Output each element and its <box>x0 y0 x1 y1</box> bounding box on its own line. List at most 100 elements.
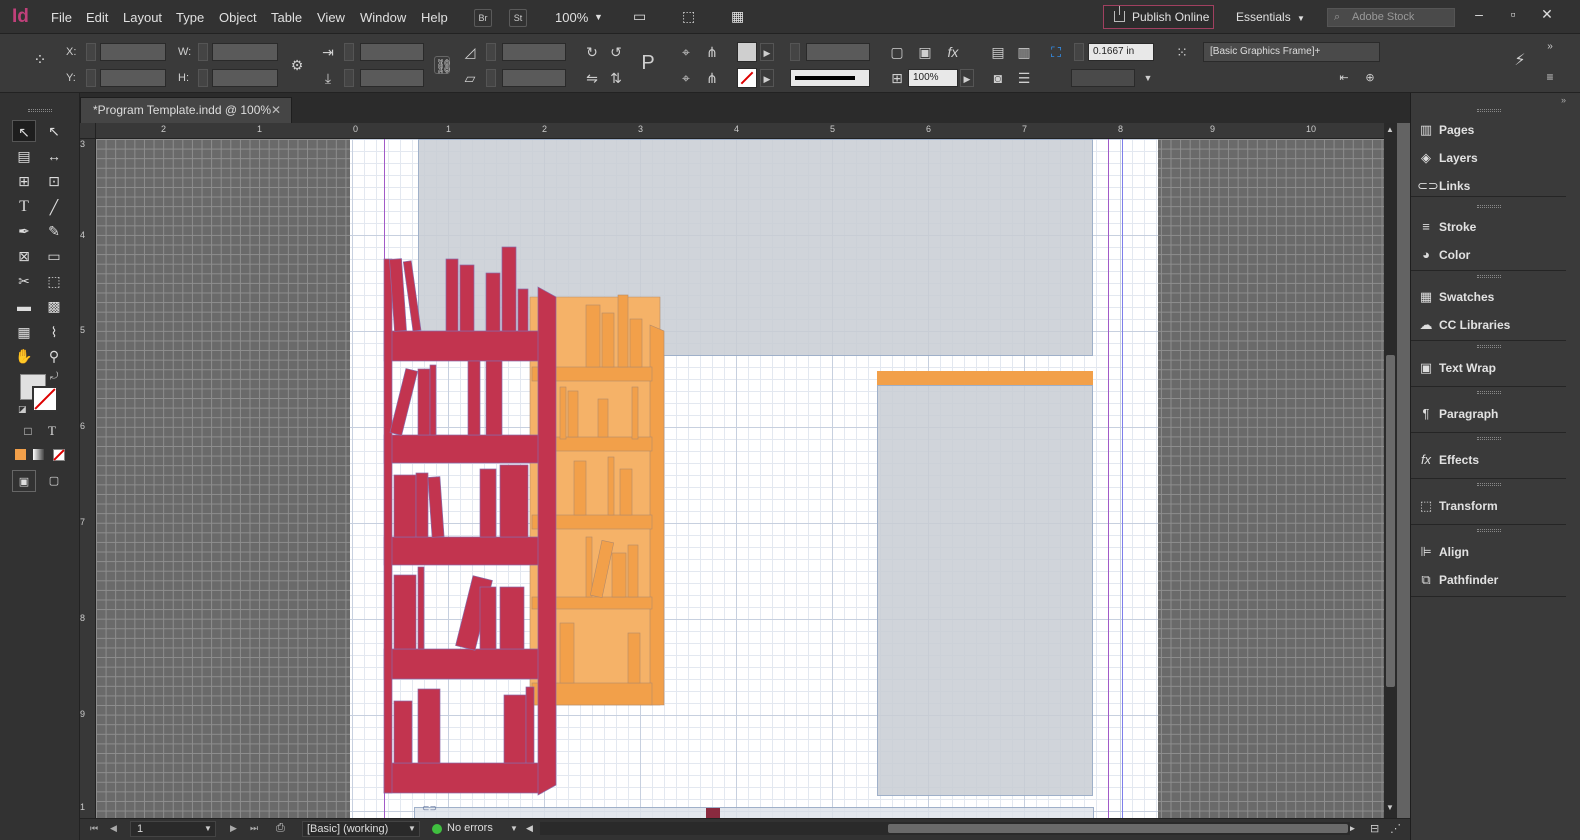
panel-effects[interactable]: fx Effects <box>1411 447 1566 473</box>
bridge-button[interactable]: Br <box>474 9 492 27</box>
zoom-dropdown-icon[interactable]: ▼ <box>594 12 603 22</box>
selection-tool-icon[interactable]: ↖ <box>12 120 36 142</box>
workspace-switcher[interactable]: Essentials <box>1236 10 1291 24</box>
corner-stepper[interactable] <box>1074 43 1084 61</box>
flip-horizontal-icon[interactable]: ⇋ <box>582 69 602 87</box>
fx-icon[interactable]: fx <box>943 43 963 61</box>
scale-y-stepper[interactable] <box>344 69 354 87</box>
select-next-icon[interactable]: ⋔ <box>702 43 722 61</box>
horizontal-scrollbar[interactable] <box>540 822 1350 835</box>
close-window-button[interactable]: ✕ <box>1534 4 1560 24</box>
open-page-icon[interactable]: ⎙ <box>276 822 285 835</box>
reference-point-icon[interactable]: ⁘ <box>30 52 50 70</box>
w-stepper[interactable] <box>198 43 208 61</box>
direct-selection-tool-icon[interactable]: ↖ <box>42 120 66 142</box>
w-field[interactable] <box>212 43 278 61</box>
shear-stepper[interactable] <box>486 69 496 87</box>
panel-swatches[interactable]: ▦ Swatches <box>1411 284 1566 310</box>
menu-object[interactable]: Object <box>219 10 257 25</box>
stroke-weight-dropdown[interactable] <box>806 43 870 61</box>
y-stepper[interactable] <box>86 69 96 87</box>
text-wrap-bbox-icon[interactable]: ▥ <box>1014 43 1034 61</box>
scroll-down-icon[interactable]: ▼ <box>1386 803 1394 812</box>
corner-shape-dropdown[interactable] <box>1071 69 1135 87</box>
vertical-scrollbar[interactable]: ▲ ▼ <box>1384 123 1397 818</box>
rotate-ccw-icon[interactable]: ↺ <box>606 43 626 61</box>
next-page-icon[interactable]: ▶ <box>230 823 237 834</box>
panel-pathfinder[interactable]: ⧉ Pathfinder <box>1411 567 1566 593</box>
menu-edit[interactable]: Edit <box>86 10 108 25</box>
rectangle-frame-tool-icon[interactable]: ⊠ <box>12 245 36 267</box>
formatting-text-icon[interactable]: T <box>40 420 64 442</box>
zoom-tool-icon[interactable]: ⚲ <box>42 345 66 367</box>
zoom-level[interactable]: 100% <box>555 10 588 25</box>
hand-tool-icon[interactable]: ✋ <box>12 345 36 367</box>
scroll-left-icon[interactable]: ◀ <box>526 823 533 834</box>
menu-file[interactable]: File <box>51 10 72 25</box>
panel-pages[interactable]: ▥ Pages <box>1411 117 1566 143</box>
horizontal-ruler[interactable]: 2 1 0 1 2 3 4 5 6 7 8 9 10 <box>80 123 1397 139</box>
split-layout-icon[interactable]: ⊟ <box>1370 822 1379 835</box>
rotation-field[interactable] <box>502 43 566 61</box>
rectangle-tool-icon[interactable]: ▭ <box>42 245 66 267</box>
h-stepper[interactable] <box>198 69 208 87</box>
free-transform-tool-icon[interactable]: ⬚ <box>42 270 66 292</box>
rotate-cw-icon[interactable]: ↻ <box>582 43 602 61</box>
adobe-stock-search[interactable]: ⌕ Adobe Stock <box>1327 8 1455 27</box>
clear-overrides-icon[interactable]: ⇤ <box>1334 69 1354 87</box>
menu-view[interactable]: View <box>317 10 345 25</box>
normal-view-icon[interactable]: ▣ <box>12 470 36 492</box>
pencil-tool-icon[interactable]: ✎ <box>42 220 66 242</box>
scale-x-stepper[interactable] <box>344 43 354 61</box>
panel-text-wrap[interactable]: ▣ Text Wrap <box>1411 355 1566 381</box>
scroll-up-icon[interactable]: ▲ <box>1386 125 1394 134</box>
select-container-icon[interactable]: ⌖ <box>676 43 696 61</box>
ruler-origin[interactable] <box>80 123 96 138</box>
rotation-stepper[interactable] <box>486 43 496 61</box>
stroke-weight-field[interactable]: 0.1667 in <box>1088 43 1154 61</box>
horizontal-scroll-thumb[interactable] <box>888 824 1348 833</box>
constrain-proportions-icon[interactable]: ⚙ <box>287 56 307 74</box>
pen-tool-icon[interactable]: ✒ <box>12 220 36 242</box>
panel-paragraph[interactable]: ¶ Paragraph <box>1411 401 1566 427</box>
preflight-dropdown-icon[interactable]: ▼ <box>510 824 518 833</box>
document-tab[interactable]: *Program Template.indd @ 100% ✕ <box>80 97 292 123</box>
content-collector-icon[interactable]: ⊞ <box>12 170 36 192</box>
h-field[interactable] <box>212 69 278 87</box>
shear-field[interactable] <box>502 69 566 87</box>
maximize-button[interactable]: ▫ <box>1500 4 1526 24</box>
first-page-icon[interactable]: ⏮ <box>90 823 98 834</box>
panel-collapse-icon[interactable]: » <box>1540 38 1560 56</box>
preview-mode-icon[interactable]: ▢ <box>42 470 66 492</box>
menu-help[interactable]: Help <box>421 10 448 25</box>
default-colors-icon[interactable]: ◪ <box>18 404 27 415</box>
stroke-weight-stepper[interactable] <box>790 43 800 61</box>
panel-align[interactable]: ⊫ Align <box>1411 539 1566 565</box>
expand-panels-icon[interactable]: » <box>1561 95 1566 105</box>
apply-gradient-icon[interactable] <box>33 449 44 460</box>
swap-colors-icon[interactable]: ⤾ <box>50 371 58 382</box>
text-wrap-none-icon[interactable]: ▤ <box>988 43 1008 61</box>
scale-y-field[interactable] <box>360 69 424 87</box>
view-options-icon[interactable]: ▭ <box>633 8 646 25</box>
scissors-tool-icon[interactable]: ✂ <box>12 270 36 292</box>
panel-links[interactable]: ⊂⊃ Links <box>1411 173 1566 199</box>
frame-fitting-icon[interactable]: ⛶ <box>1046 43 1066 61</box>
select-content-icon[interactable]: ⌖ <box>676 69 696 87</box>
new-style-icon[interactable]: ⊕ <box>1360 69 1380 87</box>
y-field[interactable] <box>100 69 166 87</box>
panel-color[interactable]: ◕ Color <box>1411 242 1566 268</box>
apply-color-icon[interactable] <box>15 449 26 460</box>
type-tool-icon[interactable]: T <box>12 196 36 218</box>
document-page[interactable]: ⊂⊃ <box>350 139 1158 818</box>
quick-apply-icon[interactable]: ⚡ <box>1510 52 1530 70</box>
gradient-swatch-tool-icon[interactable]: ▬ <box>12 295 36 317</box>
profile-dropdown-icon[interactable]: ▼ <box>408 824 416 833</box>
x-stepper[interactable] <box>86 43 96 61</box>
minimize-button[interactable]: – <box>1466 4 1492 24</box>
fill-swatch[interactable] <box>737 42 757 62</box>
page-dropdown-icon[interactable]: ▼ <box>204 824 212 833</box>
select-previous-icon[interactable]: ⋔ <box>702 69 722 87</box>
flip-vertical-icon[interactable]: ⇅ <box>606 69 626 87</box>
text-wrap-shape-icon[interactable]: ◙ <box>988 69 1008 87</box>
